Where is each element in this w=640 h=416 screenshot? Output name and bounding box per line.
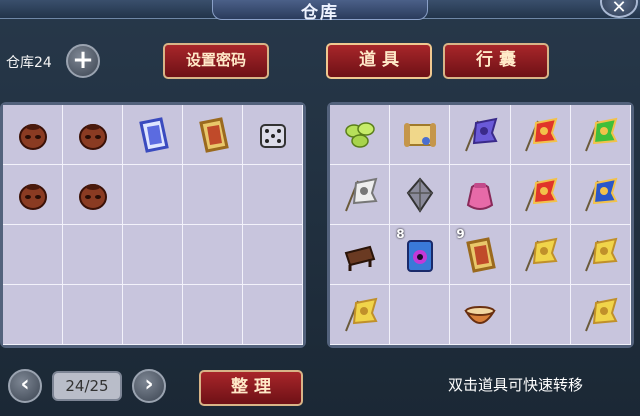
bag-slot[interactable] (570, 105, 631, 165)
bag-slot[interactable] (390, 285, 451, 345)
bag-slot[interactable]: 8 (390, 225, 451, 285)
storage-panel (0, 102, 306, 348)
bag-slot[interactable] (510, 105, 571, 165)
bag-slot[interactable] (330, 285, 391, 345)
storage-slot[interactable] (63, 285, 123, 345)
plus-icon: + (72, 45, 94, 75)
bag-slot[interactable] (390, 165, 451, 225)
storage-slot[interactable] (123, 105, 183, 165)
yellow-flag-icon (585, 297, 618, 331)
tab-bag[interactable]: 行 囊 (443, 43, 549, 79)
kite-icon (406, 176, 434, 213)
bag-grid: 89 (330, 105, 631, 345)
yellow-flag-icon (525, 237, 558, 271)
gold-carpet-icon (198, 116, 229, 153)
storage-slot[interactable] (183, 105, 243, 165)
chevron-left-icon: ‹ (20, 372, 30, 397)
bag-slot[interactable] (570, 285, 631, 345)
item-count: 9 (456, 227, 465, 241)
next-page-button[interactable]: › (132, 369, 166, 403)
storage-slot[interactable] (63, 165, 123, 225)
bag-slot[interactable] (450, 165, 511, 225)
storage-slot[interactable] (63, 105, 123, 165)
bag-slot[interactable] (330, 165, 391, 225)
storage-slot[interactable] (183, 285, 243, 345)
clay-pot-icon (18, 183, 47, 210)
storage-slot[interactable] (243, 285, 303, 345)
clay-pot-icon (18, 123, 47, 150)
bag-slot[interactable] (510, 285, 571, 345)
transfer-hint: 双击道具可快速转移 (448, 376, 584, 394)
blue-carpet-icon (138, 116, 169, 153)
prev-page-button[interactable]: ‹ (8, 369, 42, 403)
storage-grid (3, 105, 303, 345)
green-flag-icon (585, 117, 618, 151)
storage-slot[interactable] (63, 225, 123, 285)
bench-icon (344, 245, 375, 271)
bowl-icon (464, 305, 496, 324)
page-indicator: 24/25 (52, 371, 122, 401)
storage-slot[interactable] (183, 225, 243, 285)
item-count: 8 (396, 227, 405, 241)
storage-slot[interactable] (243, 105, 303, 165)
close-icon: ✕ (611, 0, 627, 18)
storage-slot[interactable] (3, 165, 63, 225)
bag-slot[interactable]: 9 (450, 225, 511, 285)
storage-slot[interactable] (3, 225, 63, 285)
yellow-flag-icon (344, 297, 378, 331)
title-plaque: 仓库 (212, 0, 428, 23)
storage-number-label: 仓库24 (6, 55, 52, 71)
bag-slot[interactable] (510, 225, 571, 285)
storage-slot[interactable] (3, 105, 63, 165)
bag-panel: 89 (327, 102, 634, 348)
green-pills-icon (344, 121, 375, 148)
scroll-icon (403, 122, 436, 147)
bag-slot[interactable] (330, 225, 391, 285)
bag-slot[interactable] (390, 105, 451, 165)
red-flag-icon (525, 117, 558, 151)
bag-slot[interactable] (570, 225, 631, 285)
sort-button[interactable]: 整 理 (199, 370, 303, 406)
gold-carpet-icon (466, 236, 496, 273)
eye-book-icon (406, 239, 433, 272)
add-storage-button[interactable]: + (66, 44, 100, 78)
storage-slot[interactable] (123, 285, 183, 345)
bag-slot[interactable] (570, 165, 631, 225)
yellow-flag-icon (585, 237, 618, 271)
storage-slot[interactable] (3, 285, 63, 345)
storage-slot[interactable] (183, 165, 243, 225)
bag-slot[interactable] (330, 105, 391, 165)
purple-flag-icon (465, 117, 498, 151)
storage-slot[interactable] (243, 165, 303, 225)
bag-slot[interactable] (510, 165, 571, 225)
chevron-right-icon: › (144, 372, 154, 397)
dice-icon (259, 123, 286, 148)
red-flag-icon (525, 177, 558, 211)
clay-pot-icon (78, 123, 107, 150)
clay-pot-icon (78, 183, 107, 210)
pink-pouch-icon (466, 182, 494, 210)
storage-slot[interactable] (243, 225, 303, 285)
storage-slot[interactable] (123, 165, 183, 225)
bag-slot[interactable] (450, 105, 511, 165)
tab-items[interactable]: 道 具 (326, 43, 432, 79)
bag-slot[interactable] (450, 285, 511, 345)
set-password-button[interactable]: 设置密码 (163, 43, 269, 79)
storage-slot[interactable] (123, 225, 183, 285)
white-flag-icon (344, 177, 378, 211)
blue-flag-icon (585, 177, 618, 211)
window-title: 仓库 (301, 3, 339, 23)
